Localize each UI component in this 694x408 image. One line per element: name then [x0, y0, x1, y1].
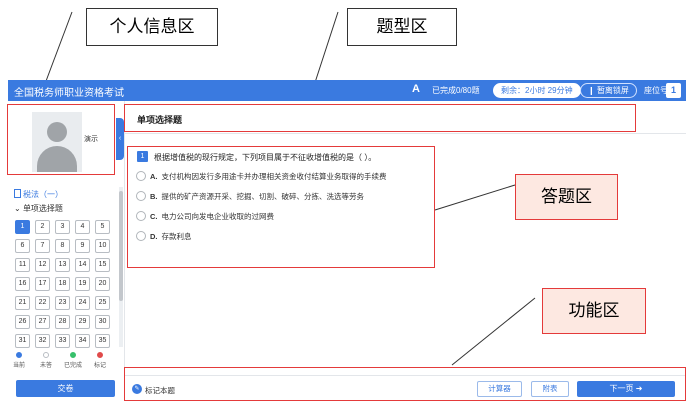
question-nav-item[interactable]: 23 [55, 296, 70, 310]
time-remaining: 剩余：2小时 29分钟 [493, 83, 581, 98]
legend-item: 当前 [8, 352, 30, 369]
question-nav-item[interactable]: 18 [55, 277, 70, 291]
question-nav-item[interactable]: 20 [95, 277, 110, 291]
chevron-down-icon: ⌄ [14, 204, 23, 213]
question-nav-item[interactable]: 16 [15, 277, 30, 291]
question-nav-item[interactable]: 3 [55, 220, 70, 234]
question-nav-item[interactable]: 31 [15, 334, 30, 348]
legend-dot [97, 352, 103, 358]
seat-label: 座位号 [644, 86, 668, 95]
pause-lock-button[interactable]: ❙ 暂离锁屏 [580, 83, 637, 98]
question-nav-item[interactable]: 4 [75, 220, 90, 234]
question-nav-item[interactable]: 14 [75, 258, 90, 272]
question-nav-item[interactable]: 1 [15, 220, 30, 234]
progress-text: 已完成0/80题 [432, 86, 480, 95]
question-nav-item[interactable]: 24 [75, 296, 90, 310]
question-nav-item[interactable]: 9 [75, 239, 90, 253]
highlight-answer-area [127, 146, 435, 268]
question-nav-item[interactable]: 2 [35, 220, 50, 234]
section-header[interactable]: ⌄ 单项选择题 [14, 203, 63, 214]
question-nav-item[interactable]: 17 [35, 277, 50, 291]
callout-function: 功能区 [542, 288, 646, 334]
subject-title[interactable]: 税法（一） [14, 189, 63, 200]
question-nav-item[interactable]: 13 [55, 258, 70, 272]
header-bar: 全国税务师职业资格考试 A 已完成0/80题 剩余：2小时 29分钟 ❙ 暂离锁… [8, 80, 686, 101]
legend-dot [16, 352, 22, 358]
legend-label: 已完成 [63, 363, 82, 369]
highlight-function-area [124, 367, 686, 401]
status-legend: 当前 未答 已完成 标记 [8, 352, 124, 376]
question-nav-item[interactable]: 5 [95, 220, 110, 234]
question-nav-item[interactable]: 6 [15, 239, 30, 253]
question-nav-item[interactable]: 25 [95, 296, 110, 310]
callout-question-type: 题型区 [347, 8, 457, 46]
callout-personal-info: 个人信息区 [86, 8, 218, 46]
question-nav-item[interactable]: 15 [95, 258, 110, 272]
question-nav-item[interactable]: 34 [75, 334, 90, 348]
question-nav-item[interactable]: 27 [35, 315, 50, 329]
question-nav-item[interactable]: 19 [75, 277, 90, 291]
legend-dot [43, 352, 49, 358]
question-nav-item[interactable]: 26 [15, 315, 30, 329]
legend-label: 标记 [93, 363, 106, 369]
document-icon [14, 189, 21, 198]
question-nav-item[interactable]: 35 [95, 334, 110, 348]
question-nav-item[interactable]: 33 [55, 334, 70, 348]
pause-icon: ❙ [588, 86, 597, 95]
submit-exam-button[interactable]: 交卷 [16, 380, 115, 397]
question-nav-item[interactable]: 8 [55, 239, 70, 253]
question-nav-item[interactable]: 22 [35, 296, 50, 310]
question-nav-item[interactable]: 32 [35, 334, 50, 348]
font-size-icon[interactable]: A [412, 83, 420, 95]
question-nav-item[interactable]: 12 [35, 258, 50, 272]
legend-dot [70, 352, 76, 358]
question-nav-item[interactable]: 30 [95, 315, 110, 329]
section-label: 单项选择题 [22, 204, 63, 213]
sidebar-scrollbar[interactable] [119, 187, 123, 347]
question-nav-item[interactable]: 7 [35, 239, 50, 253]
subject-label: 税法（一） [23, 190, 63, 199]
legend-label: 未答 [39, 363, 52, 369]
scrollbar-thumb[interactable] [119, 191, 123, 301]
legend-item: 标记 [89, 352, 111, 369]
app-title: 全国税务师职业资格考试 [14, 88, 124, 99]
question-nav-item[interactable]: 11 [15, 258, 30, 272]
pause-label: 暂离锁屏 [596, 86, 629, 95]
question-nav-item[interactable]: 21 [15, 296, 30, 310]
legend-item: 已完成 [62, 352, 84, 369]
question-nav-item[interactable]: 10 [95, 239, 110, 253]
question-nav-item[interactable]: 29 [75, 315, 90, 329]
chevron-left-icon[interactable]: ‹ [116, 118, 124, 160]
callout-answer: 答题区 [515, 174, 618, 220]
question-nav-item[interactable]: 28 [55, 315, 70, 329]
legend-item: 未答 [35, 352, 57, 369]
legend-label: 当前 [12, 363, 25, 369]
highlight-personal-info [7, 104, 115, 175]
sidebar-divider [124, 101, 125, 401]
seat-number: 1 [666, 83, 681, 98]
highlight-question-type [124, 104, 636, 132]
